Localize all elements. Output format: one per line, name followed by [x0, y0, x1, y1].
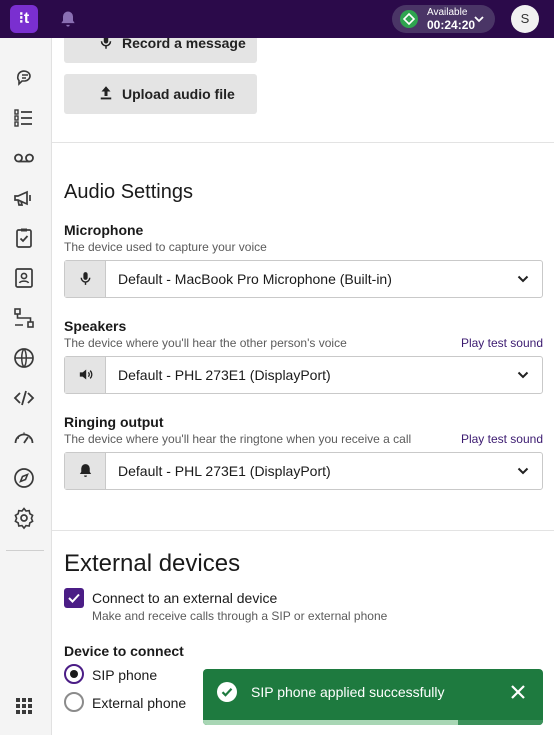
sip-phone-radio[interactable] — [64, 664, 84, 684]
external-phone-radio[interactable] — [64, 692, 84, 712]
sip-phone-label[interactable]: SIP phone — [92, 667, 157, 683]
device-to-connect-label: Device to connect — [64, 643, 184, 659]
microphone-icon — [80, 272, 91, 285]
checkmark-icon — [68, 593, 80, 603]
globe-icon[interactable] — [12, 346, 36, 370]
chevron-down-icon — [517, 467, 529, 475]
microphone-label: Microphone — [64, 222, 144, 238]
app-logo[interactable]: ⁝t — [10, 5, 38, 33]
ringing-adornment — [65, 453, 106, 489]
voicemail-icon[interactable] — [12, 146, 36, 170]
record-message-label: Record a message — [122, 38, 246, 51]
section-divider — [52, 142, 554, 143]
external-device-checkbox[interactable] — [64, 588, 84, 608]
code-icon[interactable] — [12, 386, 36, 410]
ringing-output-value: Default - PHL 273E1 (DisplayPort) — [118, 463, 331, 479]
list-icon[interactable] — [12, 106, 36, 130]
bell-icon — [79, 464, 92, 477]
upload-icon — [100, 86, 112, 100]
external-phone-label[interactable]: External phone — [92, 695, 186, 711]
record-message-button[interactable]: Record a message — [64, 38, 257, 63]
tasks-icon[interactable] — [12, 226, 36, 250]
toast-progress-track — [203, 720, 543, 725]
upload-audio-label: Upload audio file — [122, 86, 235, 102]
ringing-output-description: The device where you'll hear the rington… — [64, 432, 412, 446]
availability-status-label: Available — [427, 7, 468, 18]
chevron-down-icon — [517, 371, 529, 379]
microphone-adornment — [65, 261, 106, 297]
ringing-output-label: Ringing output — [64, 414, 164, 430]
ringing-output-select[interactable]: Default - PHL 273E1 (DisplayPort) — [64, 452, 543, 490]
success-toast: SIP phone applied successfully — [203, 669, 543, 725]
microphone-description: The device used to capture your voice — [64, 240, 267, 254]
speakers-adornment — [65, 357, 106, 393]
notifications-bell-icon[interactable] — [58, 9, 78, 29]
compass-icon[interactable] — [12, 466, 36, 490]
speakers-select[interactable]: Default - PHL 273E1 (DisplayPort) — [64, 356, 543, 394]
external-devices-title: External devices — [64, 550, 241, 577]
upload-audio-button[interactable]: Upload audio file — [64, 74, 257, 114]
sidebar-divider — [6, 550, 44, 551]
toast-progress-bar — [203, 720, 458, 725]
external-device-checkbox-label[interactable]: Connect to an external device — [92, 590, 277, 606]
check-circle-icon — [217, 682, 237, 702]
conversations-icon[interactable] — [12, 66, 36, 90]
settings-icon[interactable] — [12, 506, 36, 530]
dashboard-icon[interactable] — [12, 426, 36, 450]
speaker-icon — [79, 369, 93, 380]
microphone-select[interactable]: Default - MacBook Pro Microphone (Built-… — [64, 260, 543, 298]
contacts-icon[interactable] — [12, 266, 36, 290]
chevron-down-icon — [474, 16, 484, 23]
section-divider — [52, 530, 554, 531]
chevron-down-icon — [517, 275, 529, 283]
speakers-play-test-link[interactable]: Play test sound — [461, 336, 543, 350]
external-device-description: Make and receive calls through a SIP or … — [92, 609, 388, 623]
workflows-icon[interactable] — [12, 306, 36, 330]
availability-status-button[interactable]: Available 00:24:20 — [392, 5, 495, 33]
sidebar-nav — [0, 38, 52, 735]
microphone-icon — [100, 38, 112, 49]
audio-settings-title: Audio Settings — [64, 181, 193, 203]
close-icon[interactable] — [509, 683, 527, 701]
campaign-icon[interactable] — [12, 186, 36, 210]
toast-message: SIP phone applied successfully — [251, 684, 445, 700]
availability-timer: 00:24:20 — [427, 18, 476, 32]
apps-grid-icon[interactable] — [12, 694, 36, 718]
microphone-value: Default - MacBook Pro Microphone (Built-… — [118, 271, 392, 287]
speakers-label: Speakers — [64, 318, 127, 334]
speakers-description: The device where you'll hear the other p… — [64, 336, 347, 350]
speakers-value: Default - PHL 273E1 (DisplayPort) — [118, 367, 331, 383]
availability-status-icon — [400, 10, 418, 28]
user-avatar[interactable]: S — [511, 5, 539, 33]
settings-panel: Record a message Upload audio file Audio… — [52, 38, 554, 735]
top-bar: ⁝t Available 00:24:20 S — [0, 0, 554, 38]
ringing-play-test-link[interactable]: Play test sound — [461, 432, 543, 446]
